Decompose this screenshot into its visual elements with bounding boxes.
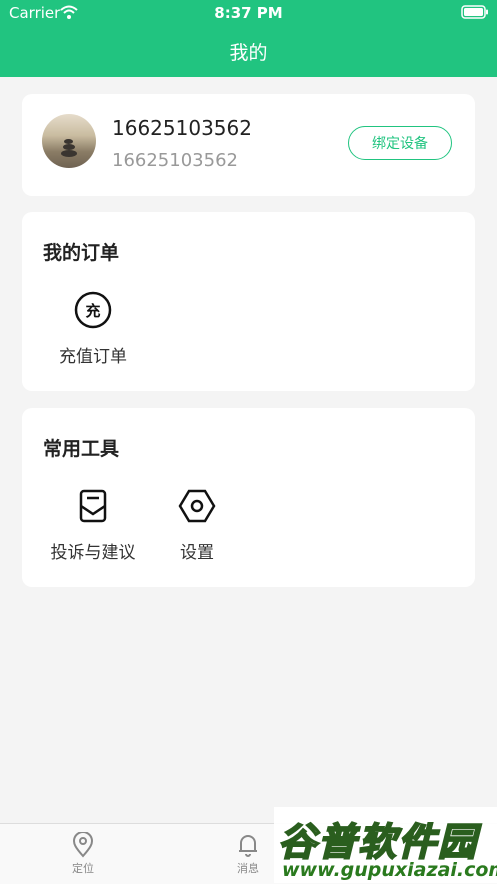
watermark-title: 谷普软件园 [277, 819, 479, 865]
profile-card: 16625103562 16625103562 绑定设备 [22, 94, 475, 196]
tools-section-title: 常用工具 [43, 438, 120, 460]
battery-icon [461, 5, 489, 23]
bind-device-button[interactable]: 绑定设备 [348, 126, 452, 160]
bell-icon [239, 835, 257, 857]
tab-messages-label: 消息 [237, 862, 259, 875]
settings-item[interactable]: 设置 [147, 486, 247, 563]
user-phone: 16625103562 [112, 150, 238, 171]
settings-label: 设置 [180, 543, 214, 563]
tools-card: 常用工具 投诉与建议 设置 [22, 408, 475, 587]
watermark-url: www.gupuxiazai.com [282, 859, 497, 881]
tab-location-label: 定位 [72, 862, 94, 875]
orders-card: 我的订单 充 充值订单 [22, 212, 475, 391]
user-name: 16625103562 [112, 116, 252, 140]
orders-section-title: 我的订单 [43, 242, 120, 264]
recharge-order-item[interactable]: 充 充值订单 [43, 290, 143, 367]
watermark: 谷普软件园 www.gupuxiazai.com [274, 807, 497, 883]
feedback-label: 投诉与建议 [50, 543, 136, 563]
page-title: 我的 [229, 42, 268, 64]
location-pin-icon [72, 832, 94, 858]
recharge-icon-glyph: 充 [85, 302, 100, 320]
status-bar: Carrier 8:37 PM [0, 0, 497, 26]
tab-location[interactable]: 定位 [43, 832, 123, 876]
recharge-order-label: 充值订单 [59, 347, 127, 367]
recharge-icon: 充 [73, 290, 113, 330]
feedback-icon [73, 486, 113, 526]
feedback-item[interactable]: 投诉与建议 [43, 486, 143, 563]
status-time: 8:37 PM [214, 4, 283, 22]
app-header: Carrier 8:37 PM 我的 [0, 0, 497, 77]
settings-icon [177, 486, 217, 526]
avatar[interactable] [42, 114, 96, 168]
